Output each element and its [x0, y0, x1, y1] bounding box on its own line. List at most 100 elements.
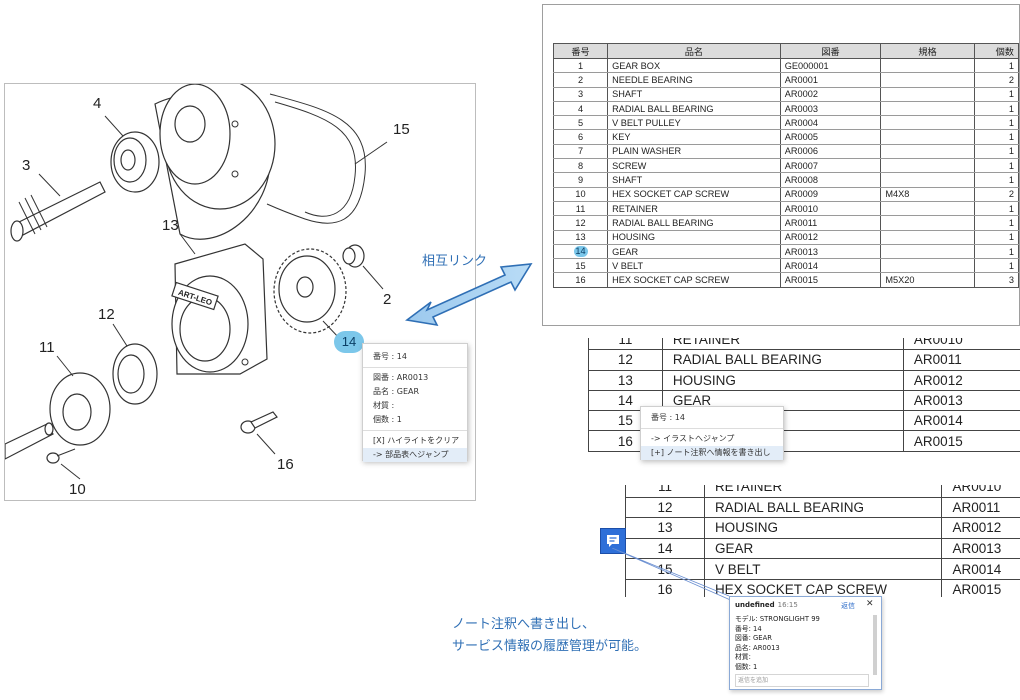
bearing-4[interactable]	[110, 131, 160, 193]
row-name: HEX SOCKET CAP SCREW	[607, 272, 781, 288]
gear-14[interactable]	[273, 248, 347, 334]
note-scrollbar[interactable]	[873, 615, 877, 675]
row-number: 10	[552, 187, 609, 202]
row-qty: 1	[973, 172, 1020, 188]
row-drawing-no: AR0011	[779, 215, 882, 231]
parts-table-row[interactable]: 7 PLAIN WASHER AR0006 1	[552, 144, 1020, 160]
row-number: 16	[552, 272, 609, 288]
retainer-11[interactable]	[49, 372, 111, 446]
parts-table-row[interactable]: 3 SHAFT AR0002 1	[552, 87, 1020, 102]
callout-16[interactable]: 16	[277, 456, 294, 473]
row-14-marker[interactable]: 14	[573, 246, 588, 257]
note-close-icon[interactable]: ✕	[866, 599, 874, 609]
note-panel[interactable]: undefined 16:15 返信 ✕ モデル: STRONGLIGHT 99 …	[729, 596, 882, 690]
screw-16[interactable]	[240, 411, 278, 434]
row-spec	[880, 215, 975, 231]
caption-line-1: ノート注釈へ書き出し、	[452, 617, 596, 632]
parts-table-row[interactable]: 11 RETAINER AR0010 1	[552, 201, 1020, 217]
row-name: V BELT	[607, 258, 781, 274]
parts-table-row[interactable]: 2 NEEDLE BEARING AR0001 2	[552, 72, 1020, 88]
row-drawing-no: AR0007	[779, 158, 882, 174]
note-reply-input[interactable]: 返信を追加	[735, 674, 869, 687]
popup-number: 番号 : 14	[373, 352, 407, 361]
callout-15[interactable]: 15	[393, 121, 410, 138]
table-row[interactable]: 12 RADIAL BALL BEARING AR0011	[588, 349, 1020, 371]
bearing-12[interactable]	[112, 343, 158, 405]
parts-table-row[interactable]: 14 GEAR AR0013 1	[552, 244, 1020, 260]
parts-table-row[interactable]: 4 RADIAL BALL BEARING AR0003 1	[552, 101, 1020, 117]
row-name: RETAINER	[703, 485, 942, 498]
write-to-note-item[interactable]: [+] ノート注釈へ情報を書き出し	[641, 446, 783, 460]
caption: ノート注釈へ書き出し、 サービス情報の履歴管理が可能。	[452, 614, 647, 658]
row-name: NEEDLE BEARING	[607, 72, 781, 88]
row-number: 12	[552, 215, 609, 231]
parts-table-row[interactable]: 10 HEX SOCKET CAP SCREW AR0009 M4X8 2	[552, 187, 1020, 202]
parts-table-row[interactable]: 15 V BELT AR0014 1	[552, 258, 1020, 274]
row-name: RADIAL BALL BEARING	[661, 349, 904, 371]
table-context-menu[interactable]: 番号 : 14 -> イラストへジャンプ [+] ノート注釈へ情報を書き出し	[640, 406, 784, 460]
row-number: 9	[552, 172, 609, 188]
callout-11[interactable]: 11	[39, 339, 55, 356]
callout-14-highlight[interactable]: 14	[334, 331, 364, 353]
parts-table-row[interactable]: 16 HEX SOCKET CAP SCREW AR0015 M5X20 3	[552, 272, 1020, 288]
parts-table-row[interactable]: 9 SHAFT AR0008 1	[552, 172, 1020, 188]
table-row[interactable]: 12 RADIAL BALL BEARING AR0011	[625, 497, 1020, 519]
row-name: HOUSING	[703, 517, 942, 539]
parts-table-row[interactable]: 6 KEY AR0005 1	[552, 129, 1020, 145]
row-drawing-no: AR0008	[779, 172, 882, 188]
callout-12[interactable]: 12	[98, 306, 115, 323]
parts-table-row[interactable]: 5V BELT PULLEY AR0004 1	[552, 115, 1020, 131]
row-drawing-no: AR0012	[902, 370, 1020, 391]
row-drawing-no: AR0011	[941, 497, 1020, 519]
table-row[interactable]: 13 HOUSING AR0012	[588, 370, 1020, 391]
row-number: 13	[588, 370, 663, 391]
callout-2[interactable]: 2	[383, 291, 391, 308]
row-name: SHAFT	[607, 172, 781, 188]
parts-table-row[interactable]: 13 HOUSING AR0012 1	[552, 230, 1020, 245]
table-row[interactable]: 13 HOUSING AR0012	[625, 517, 1020, 539]
housing-13[interactable]: ART-LEO	[171, 243, 268, 375]
row-qty: 1	[973, 244, 1020, 260]
drawing-context-menu[interactable]: 番号 : 14 図番 : AR0013 品名 : GEAR 材質 : 個数 : …	[362, 343, 468, 462]
table-row[interactable]: 11 RETAINER AR0010	[588, 338, 1020, 351]
row-spec	[880, 101, 975, 117]
row-drawing-no: AR0010	[779, 201, 882, 217]
note-body: モデル: STRONGLIGHT 99 番号: 14 図番: GEAR 品名: …	[735, 615, 820, 672]
clear-highlight-item[interactable]: [X] ハイライトをクリア	[363, 434, 467, 448]
callout-10[interactable]: 10	[69, 481, 86, 498]
row-drawing-no: AR0010	[941, 485, 1020, 498]
screw-10[interactable]	[46, 448, 76, 464]
row-number: 11	[588, 338, 663, 351]
row-spec	[880, 172, 975, 188]
row-qty: 1	[973, 144, 1020, 160]
note-line-material: 材質:	[735, 653, 751, 661]
row-number: 5	[552, 115, 609, 131]
row-number: 13	[625, 517, 705, 539]
row-number: 4	[552, 101, 609, 117]
row-drawing-no: AR0002	[779, 87, 882, 102]
v-belt-pulley[interactable]	[154, 84, 276, 240]
callout-13[interactable]: 13	[162, 217, 179, 234]
row-name: RETAINER	[607, 201, 781, 217]
row-number: 11	[625, 485, 705, 498]
parts-table-row[interactable]: 8 SCREW AR0007 1	[552, 158, 1020, 174]
row-drawing-no: AR0012	[779, 230, 882, 245]
row-spec	[880, 158, 975, 174]
jump-to-illustration-item[interactable]: -> イラストへジャンプ	[641, 432, 783, 446]
row-number: 11	[552, 201, 609, 217]
jump-to-parts-table-item[interactable]: -> 部品表へジャンプ	[363, 448, 467, 462]
shaft-3[interactable]	[10, 181, 106, 242]
parts-table: 番号 品名 図番 規格 個数 1 GEAR BOX GE000001 1 2 NEEDLE…	[552, 43, 1020, 288]
callout-3[interactable]: 3	[22, 157, 30, 174]
row-drawing-no: AR0015	[902, 430, 1020, 452]
row-spec: M4X8	[880, 187, 975, 202]
parts-table-row[interactable]: 12 RADIAL BALL BEARING AR0011 1	[552, 215, 1020, 231]
note-reply-button[interactable]: 返信	[841, 601, 855, 611]
row-drawing-no: AR0013	[902, 390, 1020, 412]
needle-bearing-2[interactable]	[342, 244, 365, 268]
v-belt[interactable]	[266, 93, 366, 224]
parts-table-row[interactable]: 1 GEAR BOX GE000001 1	[552, 58, 1020, 74]
callout-4[interactable]: 4	[93, 95, 101, 112]
row-number: 14	[552, 244, 609, 260]
table-row[interactable]: 11 RETAINER AR0010	[625, 485, 1020, 498]
